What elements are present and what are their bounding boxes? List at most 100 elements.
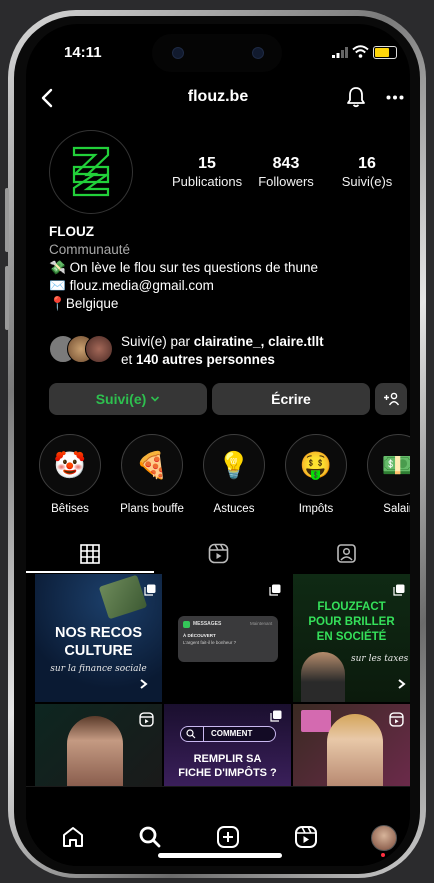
home-icon[interactable] [61, 826, 85, 848]
highlight-label: Plans bouffe [120, 503, 184, 515]
location-pin-icon: 📍 [49, 296, 66, 311]
battery-icon [373, 46, 397, 59]
post-subtitle: sur la finance sociale [50, 664, 147, 674]
money-icon: 💸 [49, 260, 66, 275]
add-user-button[interactable] [375, 383, 407, 415]
volume-up-button [5, 188, 9, 252]
post-flouzfact[interactable]: FLOUZFACT POUR BRILLER EN SOCIÉTÉ sur les … [293, 574, 410, 702]
profile-name: FLOUZ [49, 224, 94, 239]
notification-app: MESSAGES [193, 621, 222, 627]
message-button[interactable]: Écrire [212, 383, 370, 415]
stat-value: 843 [272, 155, 300, 172]
bio-line[interactable]: ✉️ flouz.media@gmail.com [49, 277, 214, 295]
stat-publications[interactable]: 15 Publications [172, 155, 242, 191]
stat-label: Publications [172, 174, 243, 189]
followed-by-names: clairatine_, claire.tllt [193, 334, 324, 349]
post-portrait-1[interactable] [35, 704, 162, 786]
highlight-ring: 🤑 [285, 434, 347, 496]
highlight-label: Bêtises [51, 503, 89, 515]
post-title: FLOUZFACT POUR BRILLER EN SOCIÉTÉ [308, 601, 395, 643]
profile-category: Communauté [49, 242, 131, 257]
search-tag: COMMENT [211, 729, 253, 738]
grid-icon [80, 544, 100, 564]
stat-followers[interactable]: 843 Followers [252, 155, 320, 191]
tab-reels[interactable] [154, 532, 282, 570]
highlight-ring: 🤡 [39, 434, 101, 496]
add-person-icon [384, 392, 399, 406]
post-title: REMPLIR SA FICHE D'IMPÔTS ? [178, 753, 277, 779]
reels-icon [389, 712, 404, 727]
highlight-impots[interactable]: 🤑 Impôts [284, 434, 348, 515]
divider [203, 727, 204, 741]
status-time: 14:11 [64, 44, 102, 61]
search-pill: COMMENT [180, 726, 276, 742]
screen: 14:11 flouz.be 15 Publications 843 Follo… [26, 24, 410, 866]
sign-image [301, 710, 331, 732]
profile-avatar[interactable] [49, 130, 133, 214]
volume-down-button [5, 266, 9, 330]
post-subtitle: sur les taxes [351, 654, 409, 664]
envelope-icon: ✉️ [49, 278, 66, 293]
dynamic-island [152, 34, 282, 72]
carousel-icon [393, 584, 405, 596]
home-indicator [158, 853, 282, 858]
highlight-astuces[interactable]: 💡 Astuces [202, 434, 266, 515]
tab-grid[interactable] [26, 532, 154, 570]
carousel-icon [269, 584, 281, 596]
search-icon[interactable] [138, 825, 162, 849]
highlight-ring: 🍕 [121, 434, 183, 496]
messages-icon [183, 621, 190, 628]
bio-text: On lève le flou sur tes questions de thu… [69, 260, 318, 275]
carousel-icon [270, 710, 282, 722]
bio-email: flouz.media@gmail.com [69, 278, 214, 293]
following-label: Suivi(e) [95, 391, 147, 407]
post-notification[interactable]: MESSAGES Maintenant À DÉCOUVERT L'argent… [164, 574, 291, 702]
money-face-icon: 🤑 [299, 449, 333, 480]
active-tab-indicator [26, 571, 154, 573]
notification-body: L'argent fait-il le bonheur ? [183, 640, 237, 645]
following-button[interactable]: Suivi(e) [49, 383, 207, 415]
person-image [67, 716, 123, 786]
message-label: Écrire [271, 391, 311, 407]
bio-line: 📍Belgique [49, 295, 118, 313]
person-image [301, 652, 345, 702]
notification-title: À DÉCOUVERT [183, 633, 216, 638]
avatar [85, 335, 113, 363]
highlight-label: Impôts [298, 503, 334, 515]
create-post-icon[interactable] [216, 825, 240, 849]
pizza-icon: 🍕 [135, 449, 169, 480]
stat-label: Suivi(e)s [341, 174, 393, 189]
more-options-icon[interactable] [386, 95, 404, 100]
followed-by-text[interactable]: Suivi(e) par clairatine_, claire.tllt et… [121, 333, 324, 369]
stat-label: Followers [258, 174, 314, 189]
post-portrait-2[interactable] [293, 704, 410, 786]
stat-value: 16 [358, 155, 376, 172]
post-title: NOS RECOS CULTURE [54, 625, 142, 659]
carousel-icon [144, 584, 156, 596]
banknote-icon: 💵 [381, 449, 410, 480]
tagged-icon [337, 544, 356, 563]
lightbulb-icon: 💡 [217, 449, 251, 480]
search-icon [186, 729, 196, 739]
reels-icon[interactable] [294, 825, 318, 849]
stat-value: 15 [198, 155, 216, 172]
mutual-followers-avatars[interactable] [49, 335, 115, 363]
followed-by-line2-prefix: et [121, 352, 137, 367]
tab-tagged[interactable] [282, 532, 410, 570]
notification-card: MESSAGES Maintenant À DÉCOUVERT L'argent… [178, 616, 278, 662]
sensor-icon [252, 47, 264, 59]
bell-icon[interactable] [346, 86, 366, 108]
signal-icon [332, 47, 348, 58]
followed-by-others: 140 autres personnes [136, 352, 275, 367]
highlight-plans-bouffe[interactable]: 🍕 Plans bouffe [120, 434, 184, 515]
post-fiche-impots[interactable]: COMMENT REMPLIR SA FICHE D'IMPÔTS ? [164, 704, 291, 786]
flouz-logo-icon [72, 146, 110, 197]
stat-following[interactable]: 16 Suivi(e)s [333, 155, 401, 191]
post-nos-recos[interactable]: NOS RECOS CULTURE sur la finance sociale [35, 574, 162, 702]
highlight-betises[interactable]: 🤡 Bêtises [38, 434, 102, 515]
highlight-salaire[interactable]: 💵 Salair [366, 434, 410, 515]
profile-avatar-tab[interactable] [371, 825, 397, 851]
chevron-right-icon [398, 679, 406, 689]
wifi-icon [352, 45, 369, 58]
person-image [327, 714, 383, 786]
